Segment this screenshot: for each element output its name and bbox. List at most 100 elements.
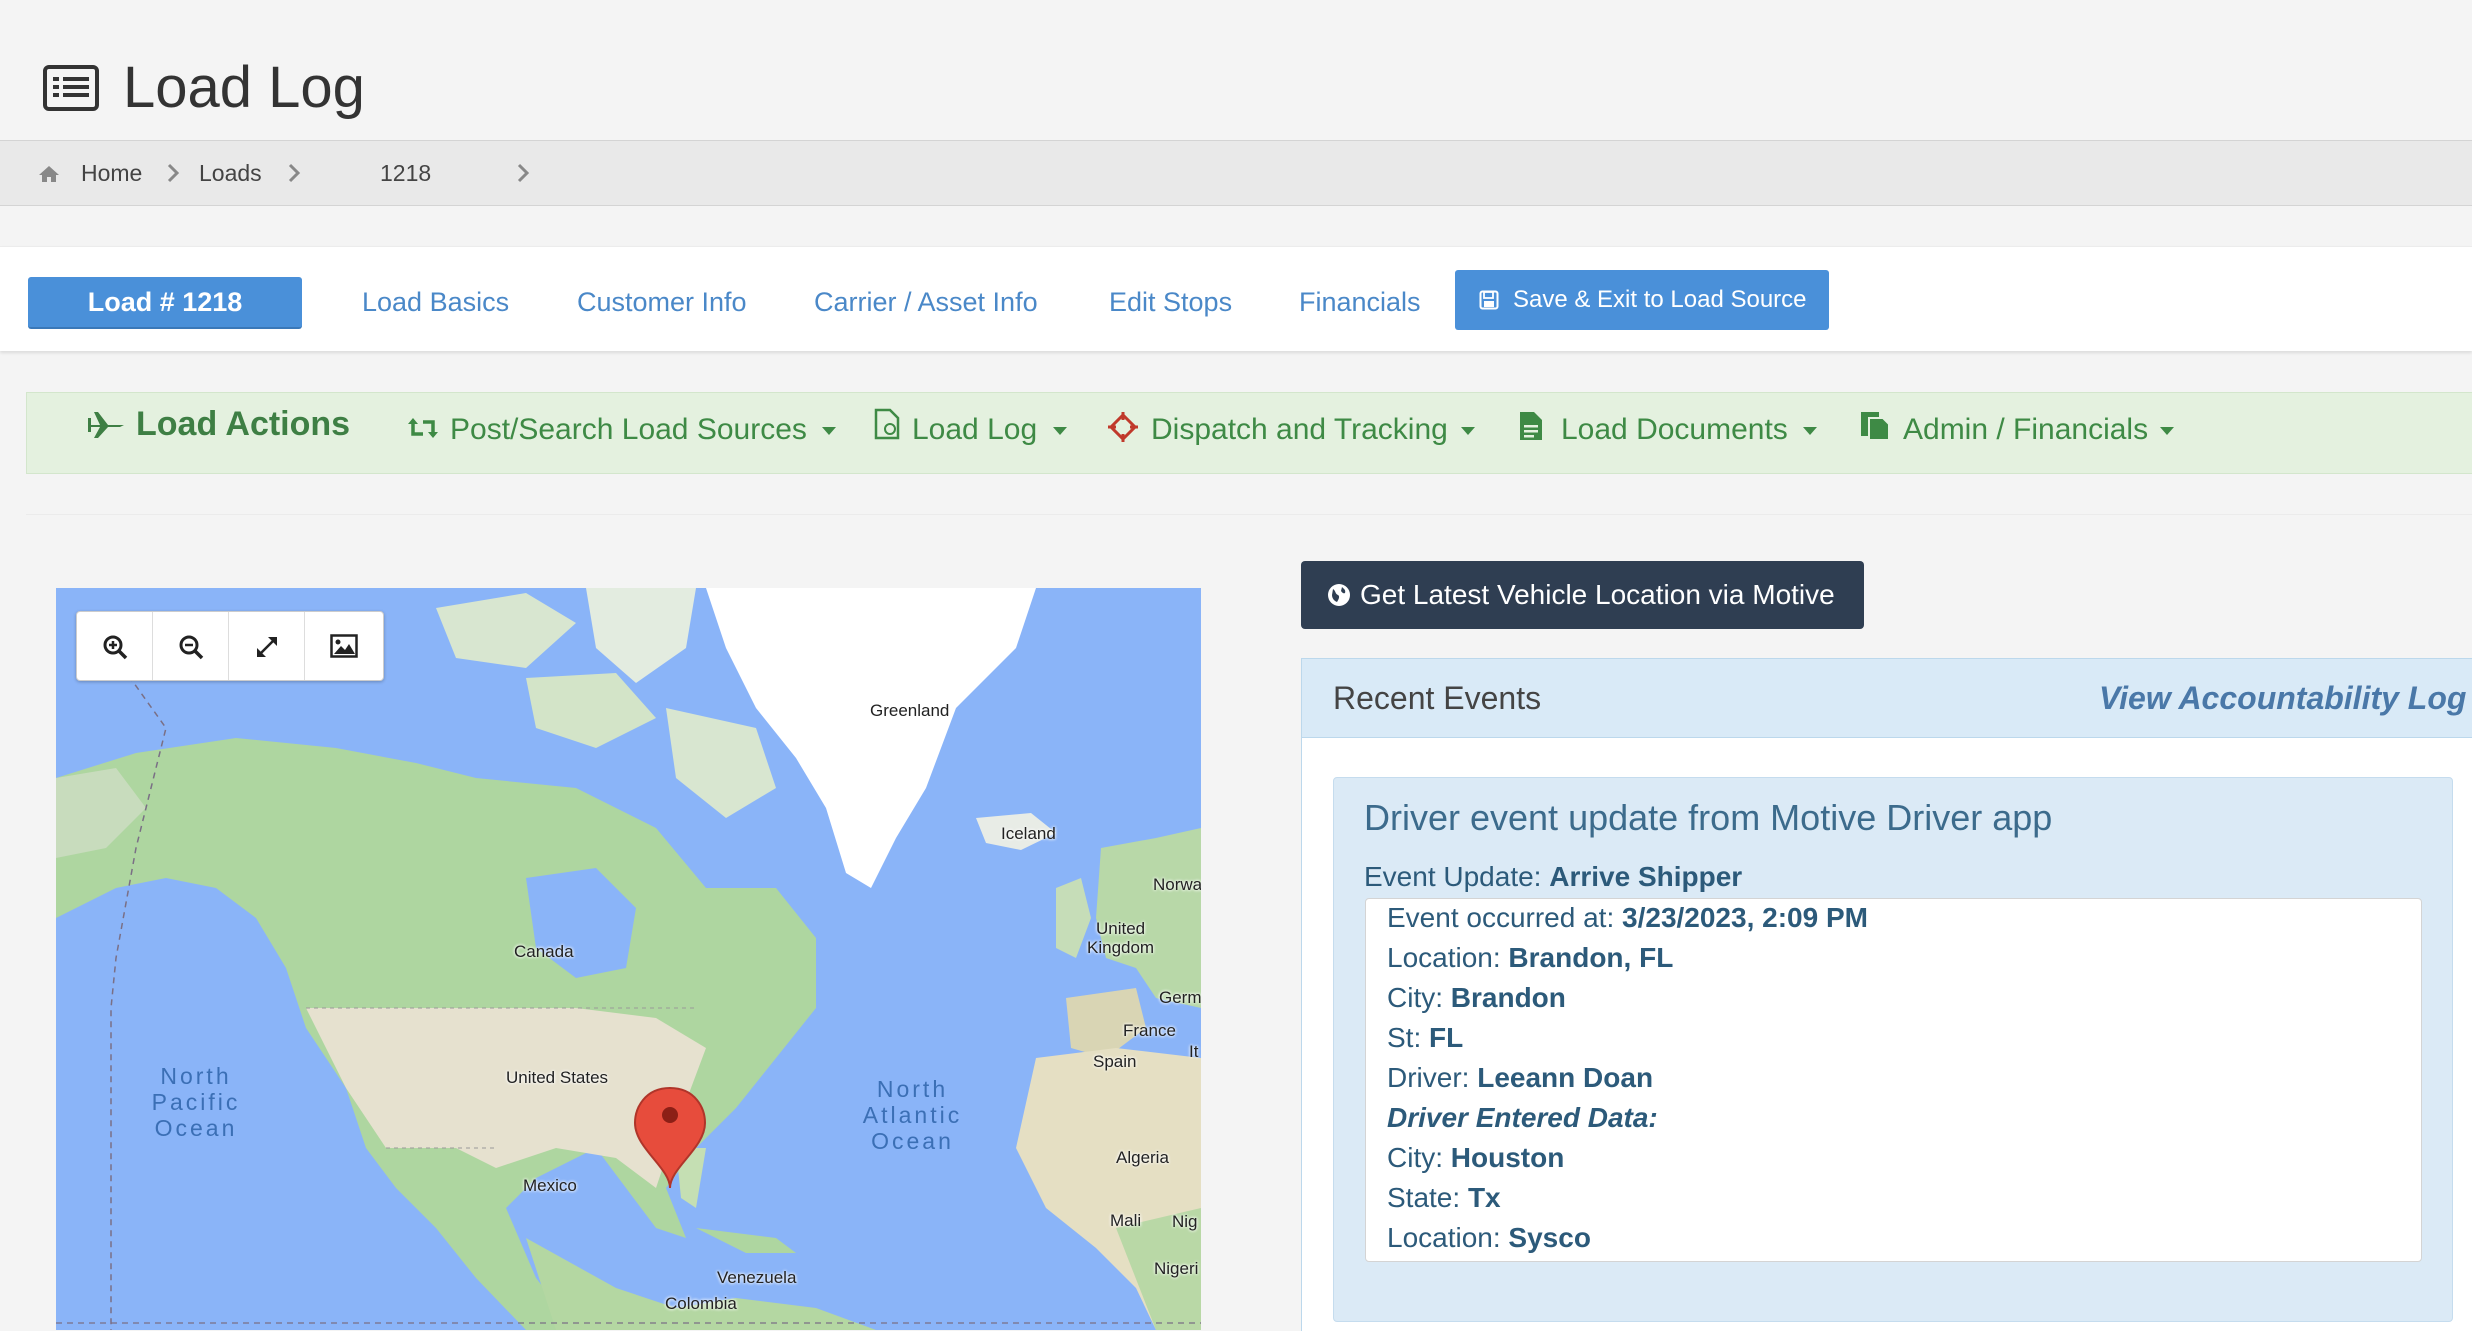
event-update-label: Event Update: [1364,861,1550,892]
breadcrumb-home[interactable]: Home [81,141,142,205]
ocean-word: Ocean [871,1128,954,1154]
map-label-venezuela: Venezuela [717,1268,797,1287]
detail-de-city: City: Houston [1387,1139,1564,1177]
zoom-out-button[interactable] [153,612,229,680]
map-label-norway: Norwa [1153,875,1201,894]
map-label-mexico: Mexico [523,1176,577,1195]
event-update-value: Arrive Shipper [1549,861,1743,892]
action-load-log[interactable]: Load Log [912,406,1037,454]
clipboard-copy-icon [1861,412,1890,441]
caret-down-icon [1803,427,1817,435]
file-text-icon [1520,412,1542,440]
tab-load-basics[interactable]: Load Basics [362,279,509,325]
zoom-out-icon [179,635,204,660]
view-accountability-log-link[interactable]: View Accountability Log [2099,659,2466,737]
chevron-right-icon [288,163,301,183]
action-dispatch-tracking[interactable]: Dispatch and Tracking [1151,406,1448,454]
detail-value: Houston [1450,1142,1565,1173]
ocean-word: Ocean [154,1115,238,1141]
event-details: Event occurred at: 3/23/2023, 2:09 PM Lo… [1365,898,2422,1262]
map-label-uk-line1: United [1095,919,1146,938]
home-icon [39,166,59,182]
map-label-us: United States [506,1068,609,1087]
detail-driver: Driver: Leeann Doan [1387,1059,1653,1097]
detail-label: Location: [1387,1222,1509,1253]
zoom-in-button[interactable] [77,612,153,680]
map-label-canada: Canada [514,942,574,961]
detail-label: City: [1387,982,1451,1013]
tab-edit-stops[interactable]: Edit Stops [1109,279,1232,325]
map-label-iceland: Iceland [1001,824,1056,843]
breadcrumb-current: 1218 [380,160,432,186]
caret-down-icon [1053,427,1067,435]
image-icon [330,634,358,658]
fullscreen-button[interactable] [229,612,305,680]
map-controls [76,611,384,681]
map-label-uk-line2: Kingdom [1087,938,1155,957]
detail-value: Brandon [1450,982,1566,1013]
action-load-documents[interactable]: Load Documents [1561,406,1788,454]
page-header [0,0,2472,140]
map-label-nigeria: Nigeri [1154,1259,1199,1278]
map-label-uk: United Kingdom [1087,919,1154,957]
map-label-italy: It [1189,1042,1199,1061]
detail-label: State: [1387,1182,1468,1213]
expand-icon [257,637,277,657]
get-vehicle-location-button[interactable]: Get Latest Vehicle Location via Motive [1301,561,1864,629]
map-label-greenland: Greenland [870,701,950,720]
event-update: Event Update: Arrive Shipper [1364,857,1742,897]
caret-down-icon [2160,427,2174,435]
document-log-icon [874,408,900,440]
crosshairs-icon [1108,412,1138,442]
ocean-word: North [876,1076,949,1102]
detail-value: FL [1429,1022,1464,1053]
action-admin-financials[interactable]: Admin / Financials [1903,406,2148,454]
tab-customer-info[interactable]: Customer Info [577,279,747,325]
detail-de-state: State: Tx [1387,1179,1501,1217]
action-post-search[interactable]: Post/Search Load Sources [450,406,807,454]
floppy-disk-icon [1479,290,1499,310]
recent-events-title: Recent Events [1333,680,1542,716]
image-export-button[interactable] [305,612,380,680]
map-label-algeria: Algeria [1116,1148,1169,1167]
page-title: Load Log [123,55,365,120]
chevron-right-icon [517,163,530,183]
ocean-word: Pacific [151,1089,241,1115]
map-label-mali: Mali [1110,1211,1142,1230]
map-label-north-pacific: North Pacific Ocean [141,1063,251,1141]
driver-entered-heading: Driver Entered Data: [1387,1102,1658,1133]
map-canvas [56,588,1201,1330]
caret-down-icon [1461,427,1475,435]
map-label-niger: Nig [1172,1212,1198,1231]
detail-state: St: FL [1387,1019,1463,1057]
plane-icon [88,412,124,438]
breadcrumb: Home Loads 1218 [0,140,2472,206]
ocean-word: North [160,1063,232,1089]
map-label-colombia: Colombia [665,1294,737,1313]
ocean-word: Atlantic [862,1102,963,1128]
detail-label: Driver: [1387,1062,1478,1093]
detail-value: Tx [1467,1182,1501,1213]
detail-value: Sysco [1508,1222,1591,1253]
load-number-button[interactable]: Load # 1218 [28,277,302,329]
detail-value: Brandon, FL [1508,942,1674,973]
load-actions-title: Load Actions [136,405,351,443]
detail-value: Leeann Doan [1477,1062,1654,1093]
breadcrumb-loads[interactable]: Loads [199,141,262,205]
tab-financials[interactable]: Financials [1299,279,1421,325]
detail-city: City: Brandon [1387,979,1566,1017]
map-label-north-atlantic: North Atlantic Ocean [845,1076,980,1154]
save-exit-button[interactable]: Save & Exit to Load Source [1455,270,1829,330]
chevron-right-icon [167,163,180,183]
get-vehicle-location-label: Get Latest Vehicle Location via Motive [1360,579,1835,610]
zoom-in-icon [103,635,128,660]
map[interactable]: Greenland Iceland Norwa United Kingdom G… [56,588,1201,1330]
section-divider [26,514,2472,515]
detail-occurred: Event occurred at: 3/23/2023, 2:09 PM [1387,899,1868,937]
retweet-icon [408,418,438,438]
detail-label: Event occurred at: [1387,902,1623,933]
tab-carrier-asset-info[interactable]: Carrier / Asset Info [814,279,1038,325]
detail-label: City: [1387,1142,1451,1173]
event-title: Driver event update from Motive Driver a… [1364,797,2053,838]
detail-location: Location: Brandon, FL [1387,939,1673,977]
